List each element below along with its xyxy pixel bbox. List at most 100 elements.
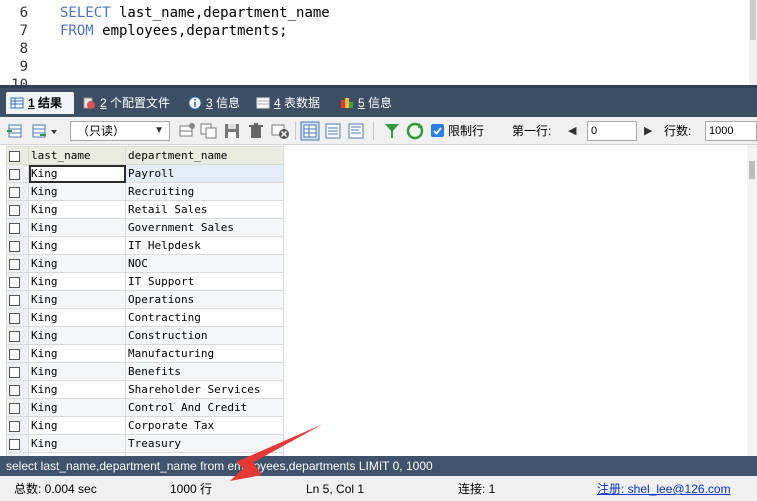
row-checkbox[interactable]: [6, 164, 29, 183]
cell-last-name[interactable]: King: [28, 344, 126, 363]
row-checkbox[interactable]: [6, 398, 29, 417]
cell-department-name[interactable]: Treasury: [125, 434, 284, 453]
row-checkbox[interactable]: [6, 380, 29, 399]
save-icon[interactable]: [222, 121, 242, 141]
table-row[interactable]: King Manufacturing: [6, 344, 284, 363]
next-page-icon[interactable]: ▶: [644, 122, 658, 140]
table-row[interactable]: King IT Helpdesk: [6, 236, 284, 255]
table-row[interactable]: King NOC: [6, 254, 284, 273]
cell-last-name[interactable]: King: [28, 416, 126, 435]
table-row[interactable]: King Corporate Tax: [6, 416, 284, 435]
cell-last-name[interactable]: King: [28, 236, 126, 255]
row-checkbox[interactable]: [6, 200, 29, 219]
cell-department-name[interactable]: Operations: [125, 290, 284, 309]
table-row[interactable]: King Payroll: [6, 164, 284, 183]
table-row[interactable]: King Benefits: [6, 362, 284, 381]
form-view-icon[interactable]: [323, 121, 343, 141]
tab-label: 信息: [364, 96, 393, 110]
tab-history-info[interactable]: 5 信息: [336, 92, 398, 114]
row-checkbox[interactable]: [6, 416, 29, 435]
limit-rows-checkbox[interactable]: [431, 124, 444, 137]
column-header-department-name[interactable]: department_name: [125, 146, 284, 165]
table-row[interactable]: King Contracting: [6, 308, 284, 327]
tab-info[interactable]: 3 信息: [184, 92, 246, 114]
editor-vertical-scrollbar[interactable]: [749, 0, 757, 85]
prev-page-icon[interactable]: ◀: [568, 122, 582, 140]
cell-department-name[interactable]: IT Support: [125, 272, 284, 291]
text-view-icon[interactable]: [346, 121, 366, 141]
row-checkbox[interactable]: [6, 182, 29, 201]
cell-last-name[interactable]: King: [28, 308, 126, 327]
export-grid-icon[interactable]: [6, 121, 26, 141]
cell-department-name[interactable]: Construction: [125, 326, 284, 345]
rows-count-input[interactable]: 1000: [705, 121, 757, 141]
cell-last-name[interactable]: King: [28, 326, 126, 345]
cell-department-name[interactable]: Payroll: [125, 164, 284, 183]
duplicate-row-icon[interactable]: [199, 121, 219, 141]
cell-department-name[interactable]: Corporate Tax: [125, 416, 284, 435]
cell-last-name[interactable]: King: [28, 200, 126, 219]
table-row[interactable]: King Construction: [6, 326, 284, 345]
column-header-last-name[interactable]: last_name: [28, 146, 126, 165]
cell-department-name[interactable]: Government Sales: [125, 218, 284, 237]
refresh-icon[interactable]: [405, 121, 425, 141]
tab-results[interactable]: 1 结果: [6, 92, 74, 114]
profile-icon: [83, 97, 95, 109]
table-row[interactable]: King Shareholder Services: [6, 380, 284, 399]
row-checkbox[interactable]: [6, 272, 29, 291]
cell-last-name[interactable]: King: [28, 290, 126, 309]
cell-department-name[interactable]: Shareholder Services: [125, 380, 284, 399]
insert-row-icon[interactable]: [177, 121, 197, 141]
cell-department-name[interactable]: Retail Sales: [125, 200, 284, 219]
cell-department-name[interactable]: IT Helpdesk: [125, 236, 284, 255]
row-checkbox[interactable]: [6, 308, 29, 327]
cell-last-name[interactable]: King: [28, 362, 126, 381]
cell-department-name[interactable]: Contracting: [125, 308, 284, 327]
table-row[interactable]: King Control And Credit: [6, 398, 284, 417]
table-row[interactable]: King IT Support: [6, 272, 284, 291]
cell-department-name[interactable]: Recruiting: [125, 182, 284, 201]
sql-editor[interactable]: 6 SELECT last_name,department_name 7 FROM e…: [0, 0, 757, 85]
row-checkbox[interactable]: [6, 254, 29, 273]
cell-last-name[interactable]: King: [28, 380, 126, 399]
cell-last-name[interactable]: King: [28, 398, 126, 417]
cell-last-name[interactable]: King: [28, 434, 126, 453]
first-row-input[interactable]: 0: [587, 121, 637, 141]
row-checkbox[interactable]: [6, 326, 29, 345]
table-row[interactable]: King Retail Sales: [6, 200, 284, 219]
grid-scroll-thumb[interactable]: [749, 161, 755, 179]
table-row[interactable]: King Treasury: [6, 434, 284, 453]
mode-select[interactable]: （只读） ▼: [70, 121, 170, 141]
row-checkbox[interactable]: [6, 344, 29, 363]
row-checkbox[interactable]: [6, 290, 29, 309]
delete-icon[interactable]: [246, 121, 266, 141]
import-grid-icon[interactable]: [30, 121, 60, 141]
row-checkbox[interactable]: [6, 236, 29, 255]
row-checkbox[interactable]: [6, 218, 29, 237]
filter-icon[interactable]: [382, 121, 402, 141]
limit-rows-label: 限制行: [448, 124, 485, 138]
cell-department-name[interactable]: NOC: [125, 254, 284, 273]
grid-vertical-scrollbar[interactable]: [747, 145, 757, 456]
grid-view-icon[interactable]: [300, 121, 320, 141]
cell-department-name[interactable]: Manufacturing: [125, 344, 284, 363]
select-all-checkbox[interactable]: [6, 146, 29, 165]
cell-department-name[interactable]: Control And Credit: [125, 398, 284, 417]
tab-table-data[interactable]: 4 表数据: [252, 92, 330, 114]
cancel-changes-icon[interactable]: [270, 121, 290, 141]
editor-scroll-thumb[interactable]: [750, 0, 756, 40]
cell-last-name[interactable]: King: [28, 254, 126, 273]
row-checkbox[interactable]: [6, 434, 29, 453]
row-checkbox[interactable]: [6, 362, 29, 381]
table-row[interactable]: King Recruiting: [6, 182, 284, 201]
tab-profiles[interactable]: 2 个配置文件: [78, 92, 178, 114]
table-row[interactable]: King Operations: [6, 290, 284, 309]
cell-department-name[interactable]: Benefits: [125, 362, 284, 381]
cell-last-name[interactable]: King: [28, 164, 126, 183]
first-row-label: 第一行:: [512, 124, 552, 138]
registration-link[interactable]: 注册: shel_lee@126.com: [597, 482, 731, 496]
cell-last-name[interactable]: King: [28, 272, 126, 291]
cell-last-name[interactable]: King: [28, 182, 126, 201]
cell-last-name[interactable]: King: [28, 218, 126, 237]
table-row[interactable]: King Government Sales: [6, 218, 284, 237]
